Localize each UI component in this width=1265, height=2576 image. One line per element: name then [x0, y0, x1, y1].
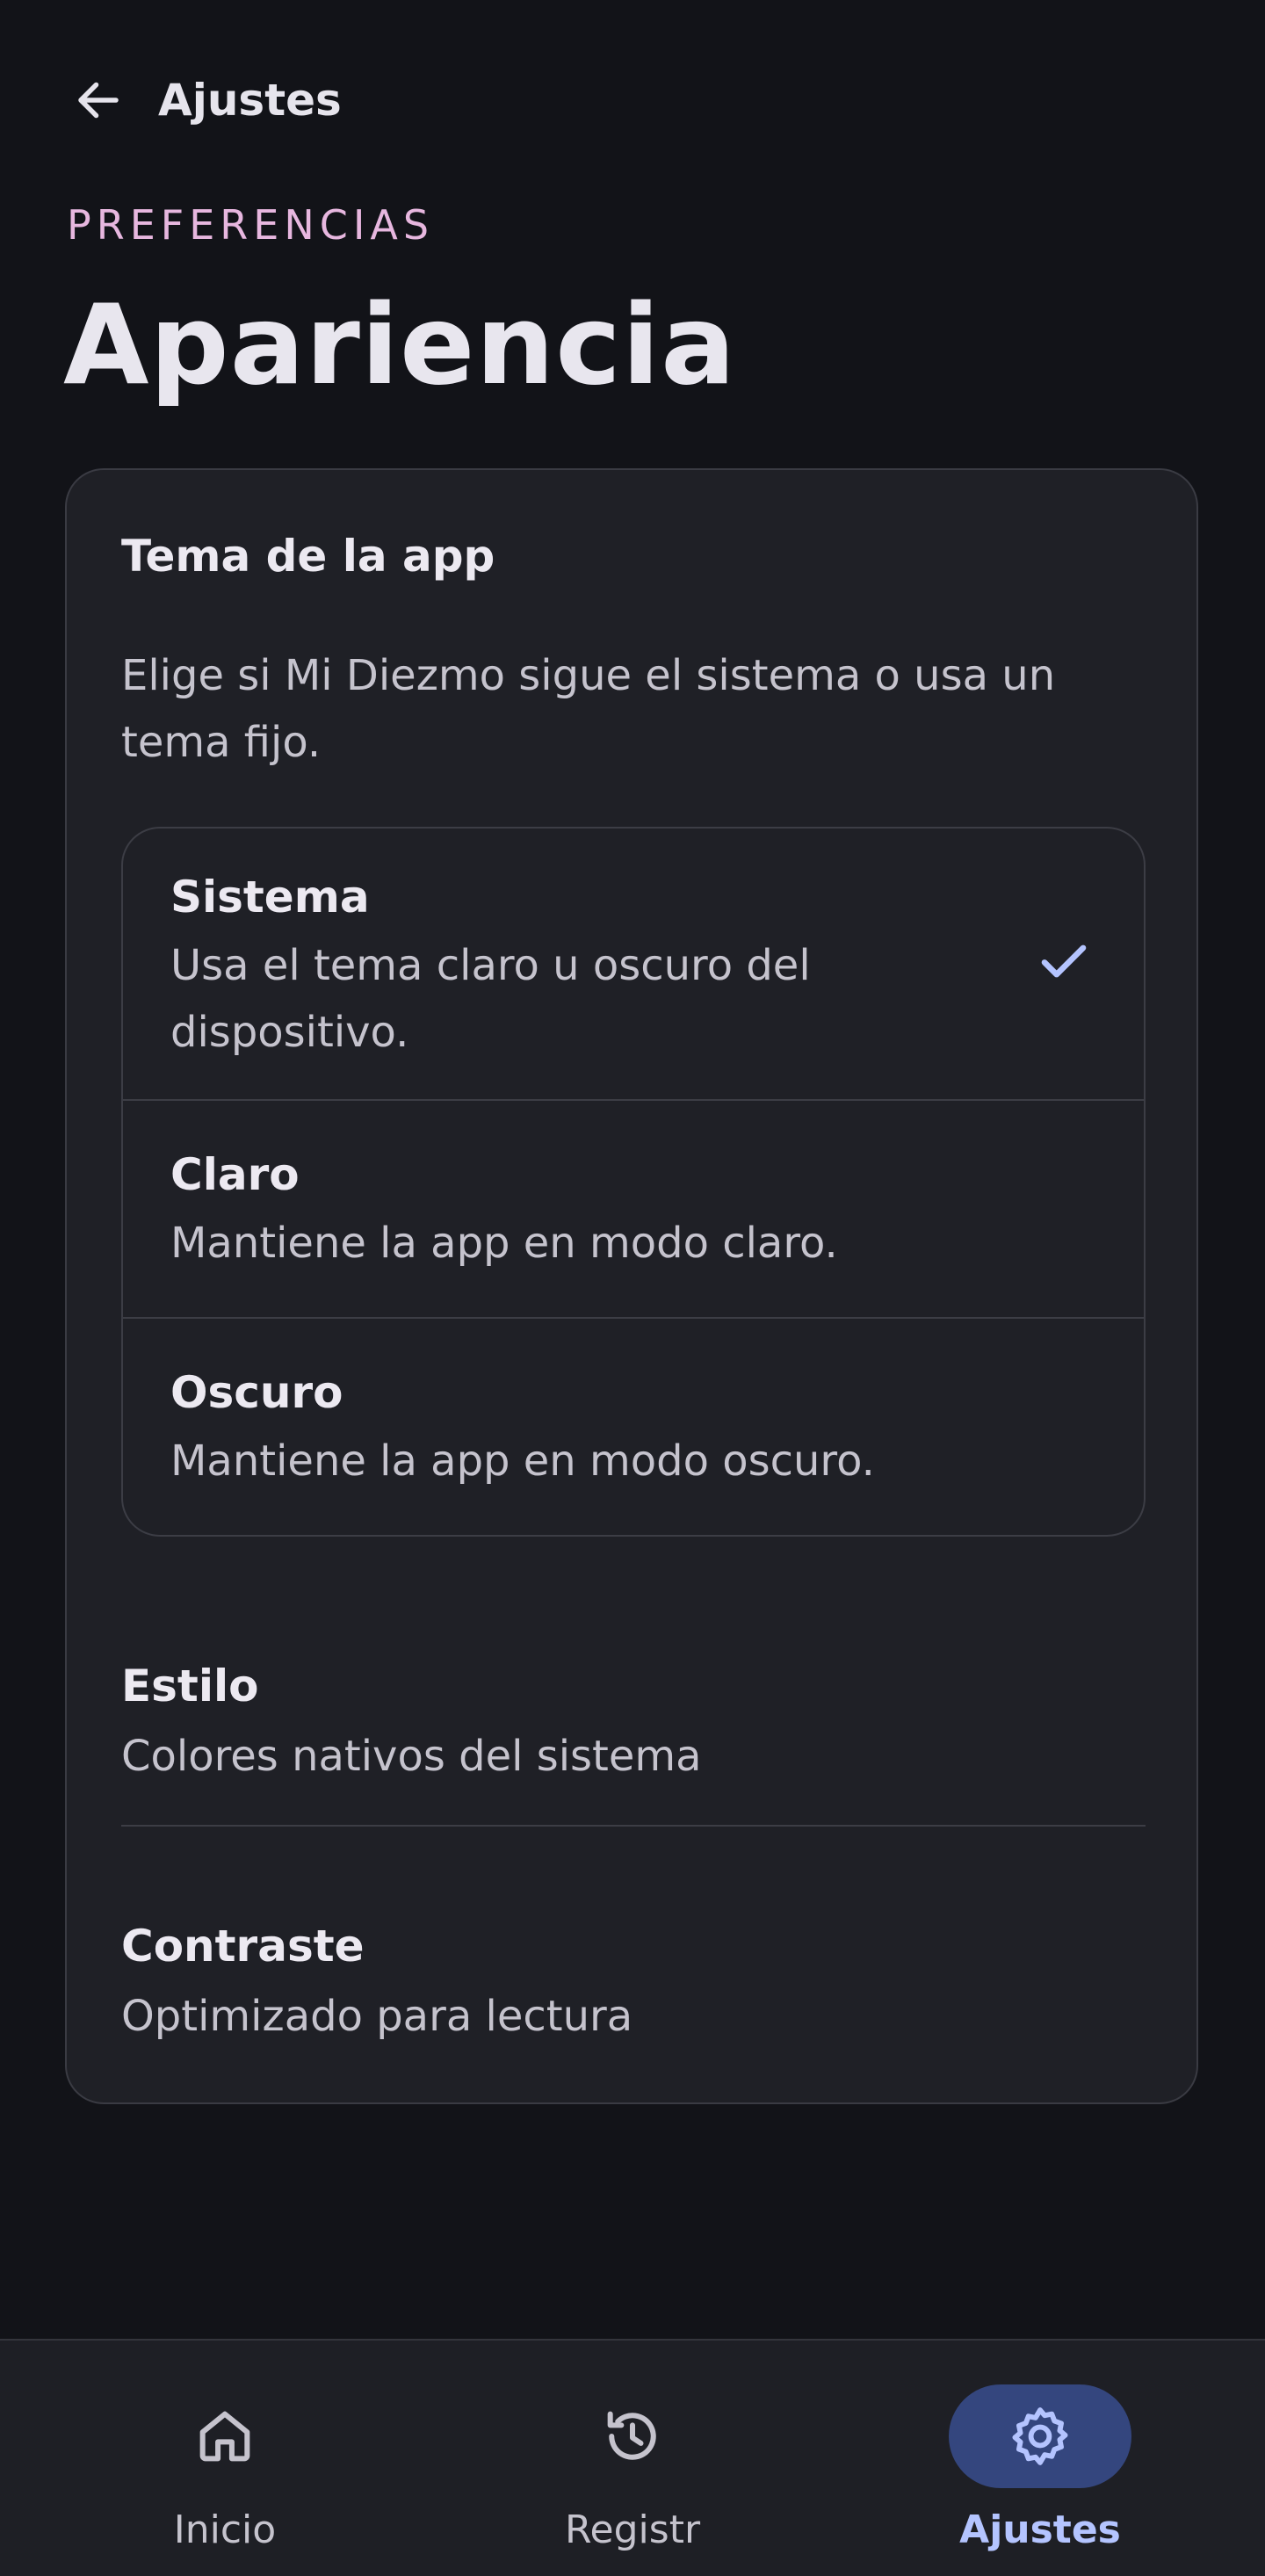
- theme-card: Tema de la app Elige si Mi Diezmo sigue …: [65, 468, 1198, 2104]
- contrast-setting-value: Optimizado para lectura: [121, 1992, 633, 2041]
- nav-label: Ajustes: [959, 2507, 1121, 2552]
- nav-label: Registr: [564, 2507, 701, 2552]
- bottom-navigation: Inicio Registr Ajustes: [0, 2339, 1265, 2576]
- app-bar-title: Ajustes: [158, 75, 342, 126]
- history-icon: [607, 2411, 656, 2460]
- gear-icon: [1012, 2407, 1068, 2465]
- theme-option-description: Usa el tema claro u oscuro del dispositi…: [170, 941, 811, 1057]
- theme-option-description: Mantiene la app en modo oscuro.: [170, 1436, 875, 1486]
- theme-option-oscuro[interactable]: Oscuro Mantiene la app en modo oscuro.: [123, 1319, 1144, 1535]
- check-icon: [1041, 944, 1087, 978]
- selected-check: [1033, 930, 1095, 992]
- theme-option-description: Mantiene la app en modo claro.: [170, 1219, 838, 1268]
- section-eyebrow: PREFERENCIAS: [67, 201, 435, 249]
- nav-item-inicio[interactable]: Inicio: [93, 2341, 357, 2576]
- page-title: Apariencia: [63, 280, 737, 409]
- contrast-setting-label: Contraste: [121, 1921, 365, 1972]
- top-app-bar: Ajustes: [0, 0, 1265, 202]
- nav-icon-container: [134, 2384, 316, 2488]
- theme-option-label: Sistema: [170, 872, 370, 923]
- home-icon: [199, 2411, 250, 2462]
- style-setting-value: Colores nativos del sistema: [121, 1732, 702, 1781]
- nav-item-ajustes[interactable]: Ajustes: [908, 2341, 1172, 2576]
- nav-icon-container-active: [949, 2384, 1131, 2488]
- theme-option-label: Oscuro: [170, 1367, 343, 1418]
- style-setting-row[interactable]: Estilo Colores nativos del sistema: [121, 1596, 1146, 1827]
- arrow-left-icon: [78, 82, 119, 119]
- style-setting-label: Estilo: [121, 1661, 259, 1711]
- theme-options-group: Sistema Usa el tema claro u oscuro del d…: [121, 827, 1146, 1537]
- theme-option-label: Claro: [170, 1149, 300, 1200]
- theme-card-heading: Tema de la app: [121, 531, 495, 582]
- nav-label: Inicio: [173, 2507, 277, 2552]
- theme-card-description: Elige si Mi Diezmo sigue el sistema o us…: [121, 651, 1056, 767]
- theme-option-claro[interactable]: Claro Mantiene la app en modo claro.: [123, 1101, 1144, 1319]
- theme-option-sistema[interactable]: Sistema Usa el tema claro u oscuro del d…: [123, 829, 1144, 1101]
- back-button[interactable]: [63, 69, 134, 132]
- nav-icon-container: [541, 2384, 724, 2488]
- contrast-setting-row[interactable]: Contraste Optimizado para lectura: [121, 1856, 1146, 2050]
- nav-item-registro[interactable]: Registr: [501, 2341, 764, 2576]
